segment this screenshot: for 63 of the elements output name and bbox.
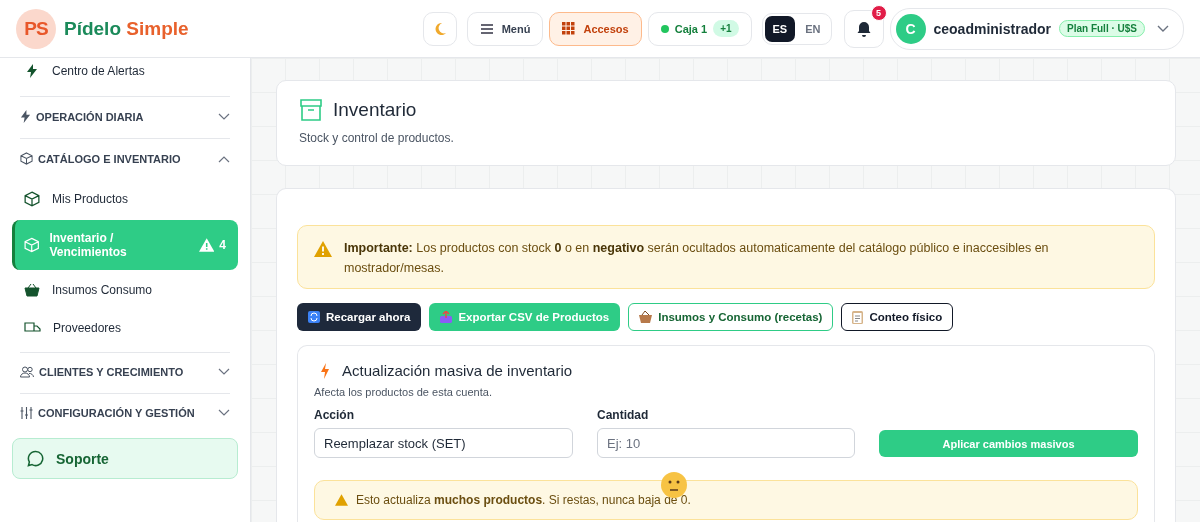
chevron-down-icon bbox=[218, 368, 230, 376]
sidebar-section-header[interactable]: OPERACIÓN DIARIA bbox=[20, 97, 230, 138]
basket-icon bbox=[24, 283, 40, 297]
action-select[interactable]: Reemplazar stock (SET) bbox=[314, 428, 573, 458]
language-option[interactable]: EN bbox=[797, 15, 829, 42]
quantity-field[interactable]: Ej: 10 bbox=[597, 428, 855, 458]
bulk-update-title: Actualización masiva de inventario bbox=[342, 362, 573, 379]
warning-icon bbox=[198, 238, 215, 252]
avatar: C bbox=[895, 13, 926, 44]
chat-bubble-icon bbox=[27, 450, 44, 467]
register-label: Caja 1 bbox=[674, 22, 708, 35]
page-title: Inventario bbox=[333, 99, 417, 121]
warning-icon bbox=[335, 494, 348, 506]
sliders-icon bbox=[20, 407, 33, 419]
user-name: ceoadministrador bbox=[933, 20, 1051, 37]
sidebar-item[interactable]: Mis Productos bbox=[12, 180, 238, 218]
lightning-icon bbox=[26, 64, 38, 78]
language-option[interactable]: ES bbox=[764, 15, 796, 42]
brand-name: Pídelo Simple bbox=[64, 17, 189, 40]
refresh-icon bbox=[308, 311, 320, 323]
box-icon bbox=[24, 191, 40, 207]
chevron-down-icon bbox=[218, 112, 230, 121]
chevron-down-icon bbox=[1157, 24, 1169, 33]
alert-count: 4 bbox=[219, 238, 226, 252]
register-badge: +1 bbox=[713, 20, 739, 37]
page-subtitle: Stock y control de productos. bbox=[299, 131, 455, 145]
basket-icon bbox=[639, 311, 653, 323]
support-button[interactable]: Soporte bbox=[12, 438, 238, 479]
warning-icon bbox=[314, 241, 332, 257]
box-icon bbox=[20, 152, 33, 165]
plan-badge: Plan Full · U$S bbox=[1059, 20, 1145, 37]
clipboard-icon bbox=[852, 310, 864, 324]
action-button[interactable]: Recargar ahora bbox=[297, 303, 422, 331]
chevron-up-icon bbox=[218, 154, 230, 163]
field-label: Cantidad bbox=[597, 408, 650, 422]
theme-toggle-button[interactable] bbox=[422, 11, 457, 46]
grid-icon bbox=[562, 22, 576, 35]
users-icon bbox=[20, 366, 34, 378]
sidebar-section-header[interactable]: CONFIGURACIÓN Y GESTIÓN bbox=[20, 394, 230, 434]
notice-text: Importante: Los productos con stock 0 o en negativo serán ocultados automaticamente del catálogo público e inaccesibles en mostrador/mesas. bbox=[344, 240, 1050, 277]
lightning-icon bbox=[20, 110, 31, 123]
sidebar-section-header[interactable]: CATÁLOGO E INVENTARIO bbox=[20, 139, 230, 180]
chevron-down-icon bbox=[218, 409, 230, 417]
sidebar-section-header[interactable]: CLIENTES Y CRECIMIENTO bbox=[20, 353, 230, 393]
truck-icon bbox=[24, 322, 41, 334]
action-button[interactable]: Insumos y Consumo (recetas) bbox=[628, 303, 834, 331]
action-button[interactable]: Conteo físico bbox=[841, 303, 954, 331]
box-icon bbox=[24, 237, 40, 253]
sidebar-item[interactable]: Insumos Consumo bbox=[12, 272, 238, 308]
register-button[interactable]: Caja 1 +1 bbox=[647, 11, 752, 46]
sidebar-item[interactable]: Proveedores bbox=[12, 310, 238, 346]
sidebar-item[interactable]: Centro de Alertas bbox=[12, 58, 238, 96]
user-menu[interactable]: C ceoadministrador Plan Full · U$S bbox=[889, 7, 1184, 50]
field-label: Acción bbox=[314, 408, 355, 422]
notification-count: 5 bbox=[870, 4, 887, 21]
export-tray-icon bbox=[440, 311, 453, 323]
accesos-button[interactable]: Accesos bbox=[549, 11, 642, 46]
menu-button[interactable]: Menú bbox=[466, 11, 544, 46]
lightning-icon bbox=[320, 362, 330, 379]
brand-logo: PS bbox=[16, 8, 56, 49]
menu-icon bbox=[479, 22, 494, 35]
bulk-update-subtitle: Afecta los productos de esta cuenta. bbox=[314, 386, 493, 398]
box-icon bbox=[299, 99, 323, 121]
